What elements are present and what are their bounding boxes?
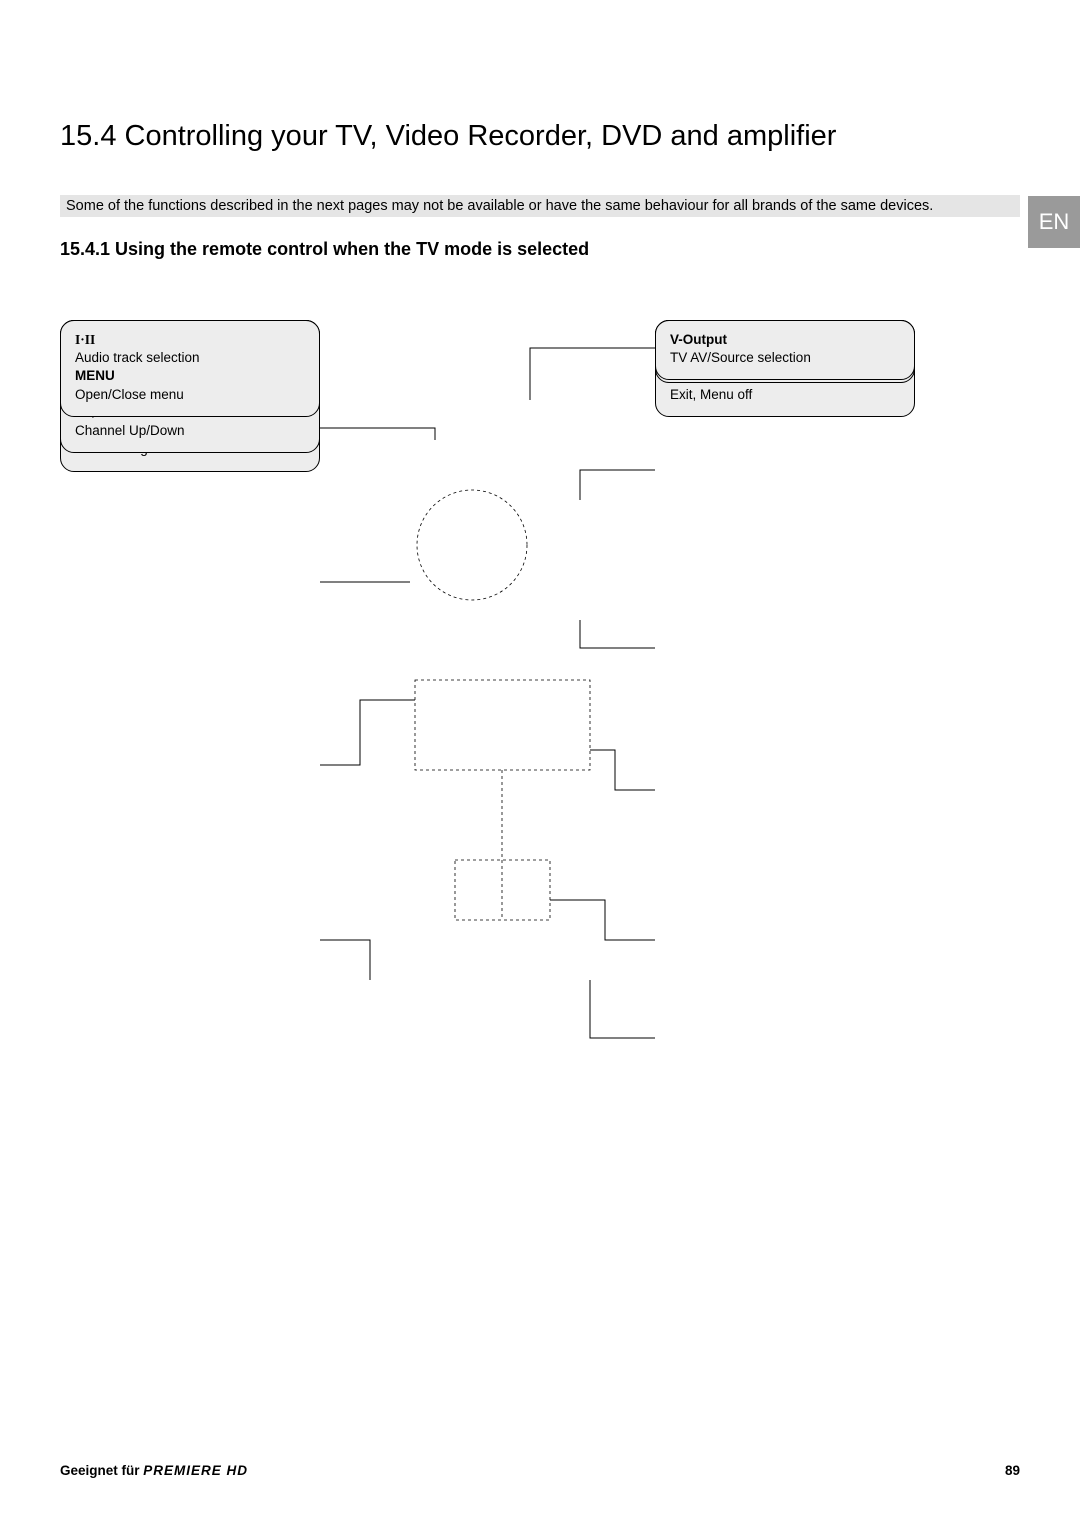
box-voutput: V-Output TV AV/Source selection [655, 320, 915, 380]
page-footer: Geeignet für PREMIERE HD 89 [60, 1463, 1020, 1478]
intro-note: Some of the functions described in the n… [60, 195, 1020, 217]
voutput-desc: TV AV/Source selection [670, 350, 811, 365]
footer-prefix: Geeignet für [60, 1463, 143, 1478]
exit-desc: Exit, Menu off [670, 387, 752, 402]
footer-left: Geeignet für PREMIERE HD [60, 1463, 248, 1478]
footer-brand: PREMIERE HD [143, 1463, 248, 1478]
subsection-title: 15.4.1 Using the remote control when the… [60, 239, 1020, 260]
menu-label: MENU [75, 368, 115, 383]
menu-desc: Open/Close menu [75, 387, 184, 402]
language-tab: EN [1028, 196, 1080, 248]
page-number: 89 [1005, 1463, 1020, 1478]
channel-desc: Channel Up/Down [75, 423, 185, 438]
audio-desc: Audio track selection [75, 350, 200, 365]
voutput-label: V-Output [670, 332, 727, 347]
section-title: 15.4 Controlling your TV, Video Recorder… [60, 120, 1020, 153]
remote-diagram: Open/Close On Screen Display SELECT Remo… [60, 320, 1020, 1120]
box-audio-menu: I·II Audio track selection MENU Open/Clo… [60, 320, 320, 417]
audio-track-icon: I·II [75, 332, 95, 347]
